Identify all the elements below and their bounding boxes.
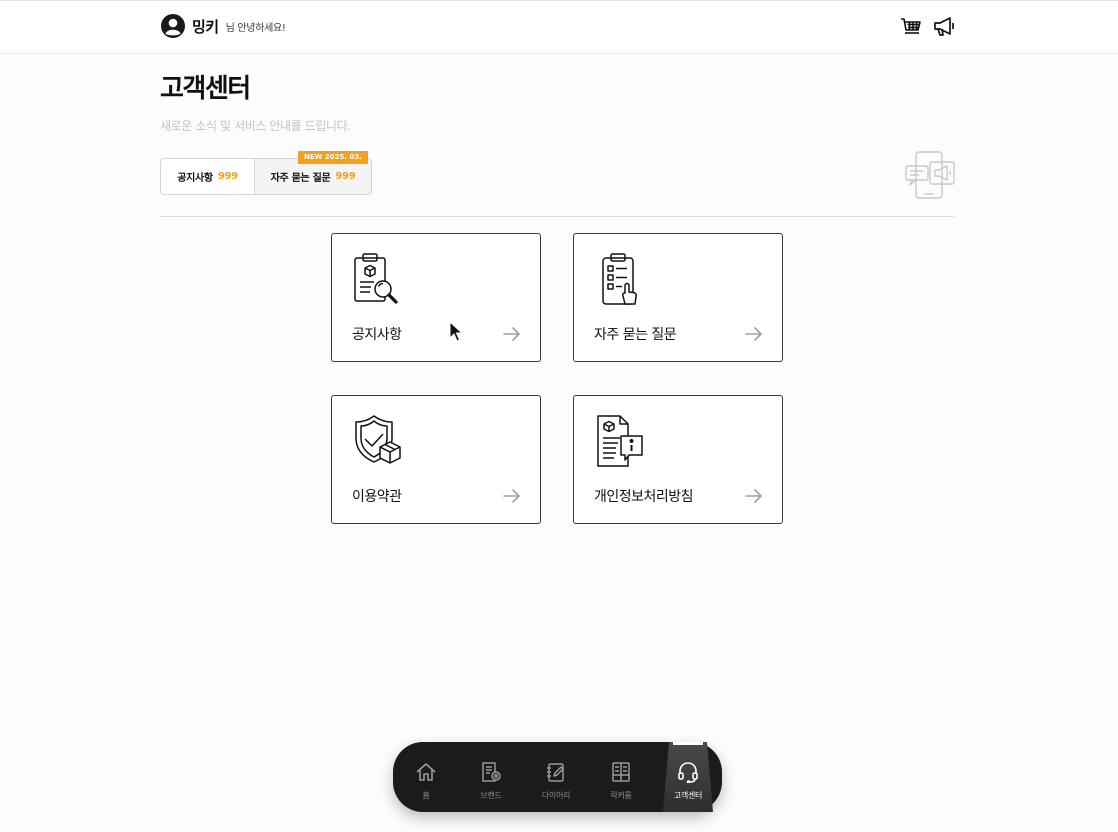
arrow-right-icon	[503, 327, 520, 341]
brand-book-icon	[482, 762, 501, 782]
tab-label: 공지사항	[177, 173, 213, 184]
card-label: 공지사항	[352, 327, 402, 343]
bottom-nav: 홈 브랜드 다이어리 락커룸 고객센터	[393, 742, 722, 812]
nav-item-home[interactable]: 홈	[397, 742, 455, 812]
arrow-right-icon	[745, 327, 762, 341]
user-name: 밍키	[192, 17, 219, 36]
top-bar: 밍키 님 안녕하세요!	[0, 0, 1118, 54]
nav-label: 브랜드	[480, 791, 502, 800]
nav-item-locker[interactable]: 락커룸	[592, 742, 650, 812]
megaphone-icon[interactable]	[933, 15, 955, 37]
home-icon	[416, 763, 436, 781]
arrow-right-icon	[503, 489, 520, 503]
user-greeting: 밍키 님 안녕하세요!	[160, 13, 286, 39]
new-badge: NEW 2025. 03.	[298, 151, 368, 164]
card-terms[interactable]: 이용약관	[331, 395, 541, 524]
nav-label: 락커룸	[610, 791, 632, 800]
card-label: 개인정보처리방침	[594, 489, 694, 505]
mouse-cursor-icon	[449, 321, 464, 342]
avatar[interactable]	[160, 13, 186, 39]
nav-item-support[interactable]: 고객센터	[659, 742, 717, 812]
tab-notice[interactable]: 공지사항 999	[160, 158, 255, 195]
tab-faq[interactable]: 자주 묻는 질문 999 NEW 2025. 03.	[255, 151, 372, 195]
nav-label: 홈	[422, 791, 430, 800]
clipboard-search-icon	[354, 253, 398, 304]
card-faq[interactable]: 자주 묻는 질문	[573, 233, 783, 362]
checklist-touch-icon	[602, 253, 637, 305]
nav-label: 다이어리	[541, 791, 571, 800]
arrow-right-icon	[745, 489, 762, 503]
nav-label: 고객센터	[673, 791, 703, 800]
tab-count: 999	[217, 171, 238, 182]
locker-icon	[612, 762, 630, 782]
headset-icon	[678, 762, 698, 783]
nav-item-brand[interactable]: 브랜드	[462, 742, 520, 812]
card-notice[interactable]: 공지사항	[331, 233, 541, 362]
diary-icon	[547, 763, 564, 782]
tab-count: 999	[335, 171, 356, 182]
greeting-text: 님 안녕하세요!	[225, 22, 286, 34]
page-title: 고객센터	[160, 74, 251, 104]
page-subtitle: 새로운 소식 및 서비스 안내를 드립니다.	[160, 119, 351, 133]
category-tabs: 공지사항 999 자주 묻는 질문 999 NEW 2025. 03.	[160, 151, 372, 195]
document-info-icon	[597, 415, 643, 467]
shield-box-icon	[355, 415, 401, 464]
nav-item-diary[interactable]: 다이어리	[527, 742, 585, 812]
card-privacy[interactable]: 개인정보처리방침	[573, 395, 783, 524]
tab-label: 자주 묻는 질문	[270, 173, 331, 184]
cart-icon[interactable]	[900, 15, 922, 37]
section-divider	[160, 216, 954, 217]
card-label: 자주 묻는 질문	[594, 327, 677, 343]
card-label: 이용약관	[352, 489, 402, 505]
chat-megaphone-icon	[905, 151, 955, 199]
